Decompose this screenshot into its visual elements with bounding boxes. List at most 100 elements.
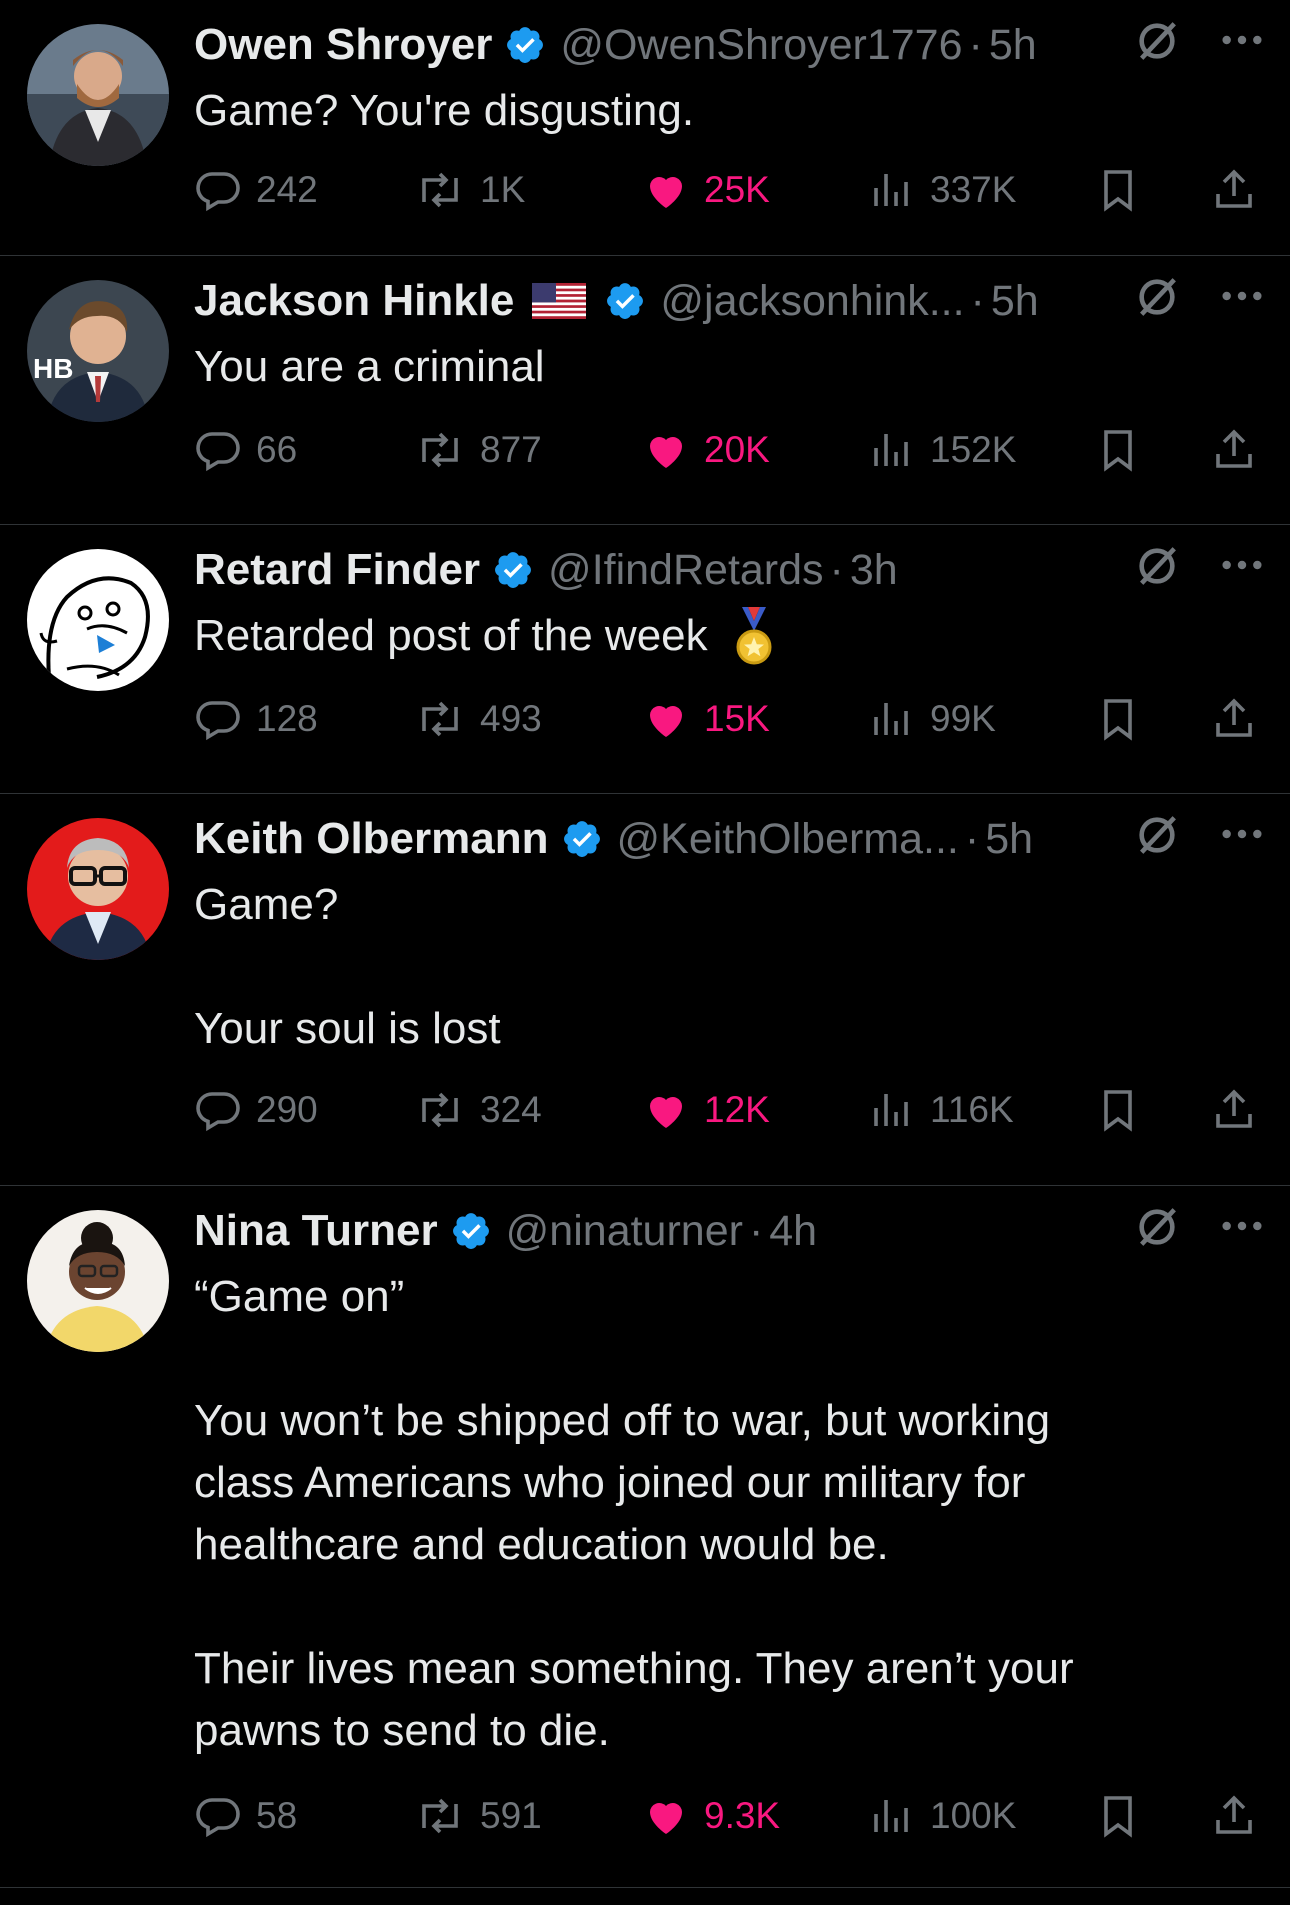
like-icon [650,1802,682,1834]
views-button[interactable]: 100K [868,1786,1016,1846]
more-icon[interactable] [1219,20,1265,60]
reply-text: You are a criminal [194,342,545,391]
svg-text:HB: HB [33,353,73,384]
reply-icon [196,1798,240,1838]
repost-button[interactable]: 1K [414,160,525,220]
grok-icon[interactable] [1134,274,1180,320]
view-count: 100K [930,1795,1017,1836]
view-count: 337K [930,169,1017,210]
handle[interactable]: @ninaturner [506,1207,743,1256]
reply-icon [196,1092,240,1132]
like-button[interactable]: 9.3K [642,1786,780,1846]
repost-count: 324 [480,1089,542,1130]
verified-badge-icon [507,27,544,63]
reply-icon [196,432,240,472]
reply-owen-shroyer[interactable]: Owen Shroyer @OwenShroyer1776 · 5h Game?… [0,0,1290,256]
bookmark-icon[interactable] [1094,166,1142,214]
avatar[interactable]: HB [27,280,169,422]
like-button[interactable]: 20K [642,420,770,480]
bookmark-icon[interactable] [1094,1792,1142,1840]
reply-count: 58 [256,1795,298,1836]
repost-count: 1K [480,169,526,210]
display-name[interactable]: Retard Finder [194,545,480,595]
display-name[interactable]: Nina Turner [194,1206,438,1256]
like-count: 9.3K [704,1795,781,1836]
reply-nina-turner[interactable]: Nina Turner @ninaturner · 4h “Game on” Y… [0,1186,1290,1888]
share-icon[interactable] [1210,426,1258,474]
grok-icon[interactable] [1134,543,1180,589]
repost-button[interactable]: 493 [414,689,542,749]
action-bar: 290 324 12K 116K [194,1080,1290,1140]
timestamp[interactable]: 3h [850,546,898,595]
share-icon[interactable] [1210,695,1258,743]
like-button[interactable]: 12K [642,1080,770,1140]
reply-button[interactable]: 66 [194,420,297,480]
reply-button[interactable]: 58 [194,1786,297,1846]
reply-button[interactable]: 128 [194,689,318,749]
more-icon[interactable] [1219,545,1265,585]
reply-count: 242 [256,169,318,210]
display-name[interactable]: Owen Shroyer [194,20,492,70]
views-button[interactable]: 337K [868,160,1016,220]
repost-icon [422,1798,458,1834]
display-name[interactable]: Jackson Hinkle [194,276,514,326]
reply-text: Game? Your soul is lost [194,880,501,1053]
share-icon[interactable] [1210,1792,1258,1840]
reply-count: 128 [256,698,318,739]
views-button[interactable]: 99K [868,689,996,749]
handle[interactable]: @KeithOlberma... [617,815,959,864]
verified-badge-icon [495,552,531,588]
action-bar: 66 877 20K 152K [194,420,1290,480]
reply-button[interactable]: 242 [194,160,318,220]
like-count: 25K [704,169,770,210]
reply-text: Retarded post of the week [194,605,1210,669]
verified-badge-icon [452,1213,489,1249]
repost-count: 493 [480,698,542,739]
timestamp[interactable]: 5h [991,277,1039,326]
reply-button[interactable]: 290 [194,1080,318,1140]
bookmark-icon[interactable] [1094,1086,1142,1134]
reply-keith-olbermann[interactable]: Keith Olbermann @KeithOlberma... · 5h Ga… [0,794,1290,1186]
gold-medal-icon [736,607,772,665]
repost-button[interactable]: 324 [414,1080,542,1140]
reply-icon [196,172,240,212]
grok-icon[interactable] [1134,18,1180,64]
reply-retard-finder[interactable]: Retard Finder @IfindRetards · 3h Retarde… [0,525,1290,794]
timestamp[interactable]: 5h [989,21,1037,70]
repost-count: 591 [480,1795,542,1836]
share-icon[interactable] [1210,166,1258,214]
handle[interactable]: @IfindRetards [548,546,824,595]
handle[interactable]: @OwenShroyer1776 [560,21,962,70]
like-button[interactable]: 25K [642,160,770,220]
bookmark-icon[interactable] [1094,695,1142,743]
repost-icon [422,701,458,737]
avatar[interactable] [27,24,169,166]
reply-text: “Game on” You won’t be shipped off to wa… [194,1272,1074,1755]
view-count: 99K [930,698,996,739]
display-name[interactable]: Keith Olbermann [194,814,549,864]
share-icon[interactable] [1210,1086,1258,1134]
repost-button[interactable]: 591 [414,1786,542,1846]
bookmark-icon[interactable] [1094,426,1142,474]
like-icon [650,176,682,208]
reply-icon [196,701,240,741]
avatar[interactable] [27,549,169,691]
avatar[interactable] [27,818,169,960]
timestamp[interactable]: 5h [985,815,1033,864]
views-button[interactable]: 152K [868,420,1016,480]
more-icon[interactable] [1219,276,1265,316]
avatar[interactable] [27,1210,169,1352]
grok-icon[interactable] [1134,812,1180,858]
like-button[interactable]: 15K [642,689,770,749]
views-button[interactable]: 116K [868,1080,1014,1140]
more-icon[interactable] [1219,1206,1265,1246]
more-icon[interactable] [1219,814,1265,854]
reply-jackson-hinkle[interactable]: HB Jackson Hinkle @jacksonhink... · 5h Y… [0,256,1290,525]
like-count: 15K [704,698,770,739]
views-icon [874,1094,908,1126]
repost-button[interactable]: 877 [414,420,542,480]
grok-icon[interactable] [1134,1204,1180,1250]
view-count: 116K [930,1089,1014,1130]
timestamp[interactable]: 4h [769,1207,817,1256]
handle[interactable]: @jacksonhink... [660,277,964,326]
